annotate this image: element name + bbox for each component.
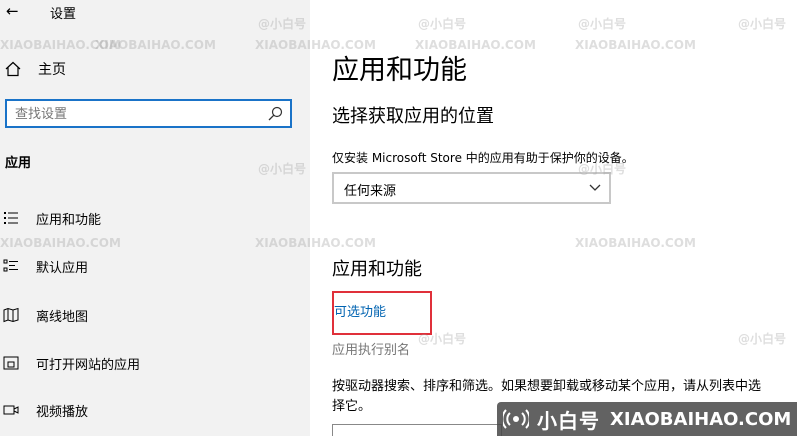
- apps-features-heading: 应用和功能: [332, 259, 422, 280]
- nav-section-header: 应用: [5, 156, 32, 171]
- window-title: 设置: [50, 7, 77, 22]
- sidebar-item-apps-features[interactable]: 应用和功能: [0, 201, 310, 235]
- video-playback-icon: [3, 405, 19, 415]
- sidebar-item-websites-apps[interactable]: 可打开网站的应用: [0, 346, 310, 380]
- watermark-badge: 小白号 XIAOBAIHAO.COM: [497, 402, 797, 436]
- search-box[interactable]: [5, 99, 292, 128]
- optional-features-link[interactable]: 可选功能: [334, 301, 386, 320]
- sidebar-item-label: 离线地图: [36, 309, 89, 325]
- dropdown-selected-value: 任何来源: [344, 184, 397, 199]
- home-icon: [5, 61, 21, 77]
- title-bar: ← 设置: [0, 0, 310, 24]
- optional-features-highlight: 可选功能: [332, 291, 432, 335]
- apps-list-icon: [4, 212, 18, 224]
- sidebar-item-label: 默认应用: [36, 260, 89, 276]
- sidebar-item-label: 可打开网站的应用: [36, 357, 141, 373]
- sidebar-item-offline-maps[interactable]: 离线地图: [0, 298, 310, 332]
- badge-text-en: XIAOBAIHAO.COM: [610, 408, 792, 430]
- chevron-down-icon: [589, 184, 601, 191]
- app-execution-alias-link[interactable]: 应用执行别名: [332, 339, 410, 358]
- search-input[interactable]: [15, 105, 255, 123]
- open-websites-icon: [3, 356, 19, 370]
- offline-map-icon: [3, 307, 19, 323]
- settings-nav-pane: ← 设置 主页 应用 应用和功能 默认应用 离线地图 可打开网站的应用 视频播放: [0, 0, 310, 436]
- sidebar-item-default-apps[interactable]: 默认应用: [0, 249, 310, 283]
- sidebar-item-label: 应用和功能: [36, 212, 102, 228]
- app-list-search-field[interactable]: [332, 424, 502, 436]
- choose-location-heading: 选择获取应用的位置: [332, 106, 494, 127]
- content-pane: 应用和功能 选择获取应用的位置 仅安装 Microsoft Store 中的应用…: [310, 0, 797, 436]
- nav-home[interactable]: 主页: [5, 58, 66, 80]
- broadcast-icon: [503, 409, 529, 429]
- sidebar-item-video-playback[interactable]: 视频播放: [0, 393, 310, 427]
- default-apps-icon: [3, 259, 18, 272]
- badge-text-cn: 小白号: [537, 408, 600, 433]
- back-arrow-icon[interactable]: ←: [6, 1, 19, 21]
- app-source-dropdown[interactable]: 任何来源: [332, 172, 611, 204]
- search-icon[interactable]: [268, 106, 283, 121]
- page-title: 应用和功能: [332, 55, 467, 86]
- sidebar-item-label: 视频播放: [36, 404, 89, 420]
- choose-location-description: 仅安装 Microsoft Store 中的应用有助于保护你的设备。: [332, 151, 634, 165]
- nav-home-label: 主页: [38, 62, 66, 78]
